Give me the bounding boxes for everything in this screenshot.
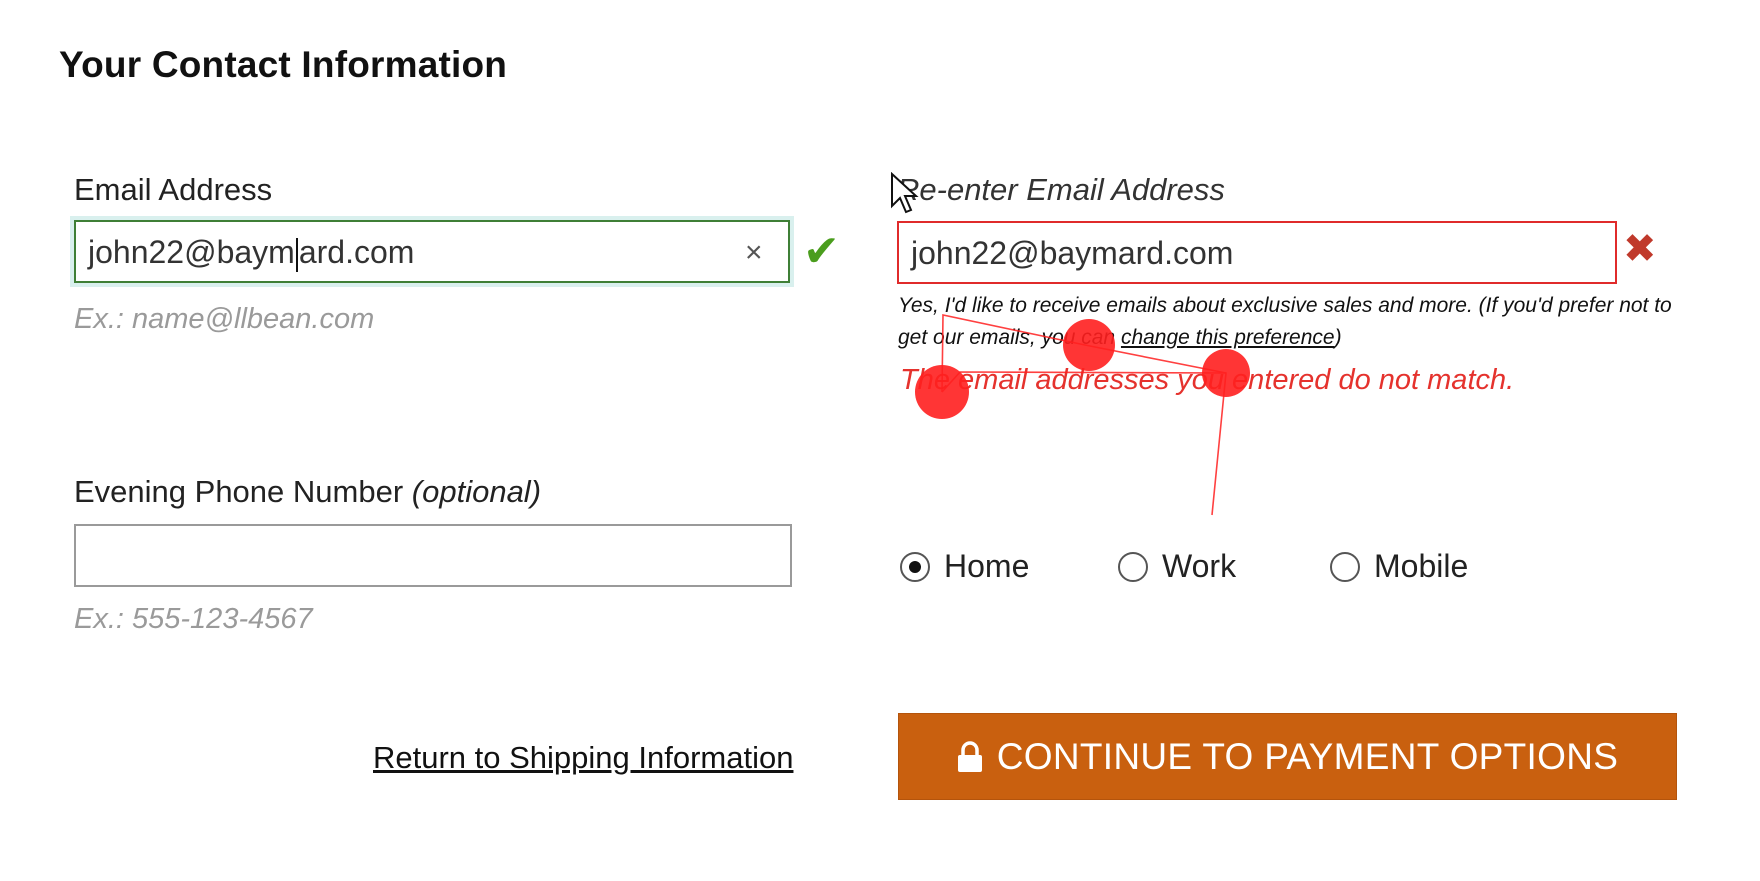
continue-label: CONTINUE TO PAYMENT OPTIONS <box>996 735 1619 777</box>
email-value-end: ard.com <box>298 234 415 270</box>
text-caret <box>295 237 298 272</box>
email-hint: Ex.: name@llbean.com <box>74 303 375 335</box>
radio-mobile-label: Mobile <box>1374 548 1469 584</box>
page-title: Your Contact Information <box>59 44 508 85</box>
radio-work-circle[interactable] <box>1118 551 1148 582</box>
radio-home-circle[interactable] <box>900 551 930 582</box>
newsletter-notice: Yes, I'd like to receive emails about ex… <box>898 290 1678 354</box>
email-confirm-label: Re-enter Email Address <box>897 172 1225 207</box>
radio-home[interactable]: Home <box>900 548 1029 585</box>
radio-work[interactable]: Work <box>1118 548 1236 585</box>
radio-mobile[interactable]: Mobile <box>1330 548 1468 585</box>
phone-label-text: Evening Phone Number <box>74 474 404 509</box>
radio-mobile-circle[interactable] <box>1330 551 1360 582</box>
phone-label-optional: (optional) <box>411 474 542 509</box>
email-label: Email Address <box>74 172 273 207</box>
radio-work-label: Work <box>1162 548 1237 584</box>
return-to-shipping-link[interactable]: Return to Shipping Information <box>373 740 793 776</box>
x-icon: ✖ <box>1623 227 1657 271</box>
change-preference-link[interactable]: change this preference <box>1121 326 1335 349</box>
check-icon: ✔ <box>803 227 840 276</box>
lock-icon <box>957 740 982 772</box>
email-confirm-input[interactable]: john22@baymard.com <box>897 221 1617 284</box>
email-input[interactable]: john22@baym ard.com <box>74 220 790 283</box>
phone-hint: Ex.: 555-123-4567 <box>74 603 313 635</box>
mouse-cursor-icon <box>891 172 919 214</box>
phone-label: Evening Phone Number (optional) <box>74 474 541 510</box>
email-mismatch-error: The email addresses you entered do not m… <box>900 364 1515 396</box>
continue-to-payment-button[interactable]: CONTINUE TO PAYMENT OPTIONS <box>898 713 1677 800</box>
newsletter-end: ) <box>1334 326 1342 349</box>
phone-input[interactable] <box>74 524 792 587</box>
email-value-start: john22@baym <box>88 234 295 270</box>
radio-home-label: Home <box>944 548 1030 584</box>
clear-email-button[interactable]: × <box>745 236 763 270</box>
